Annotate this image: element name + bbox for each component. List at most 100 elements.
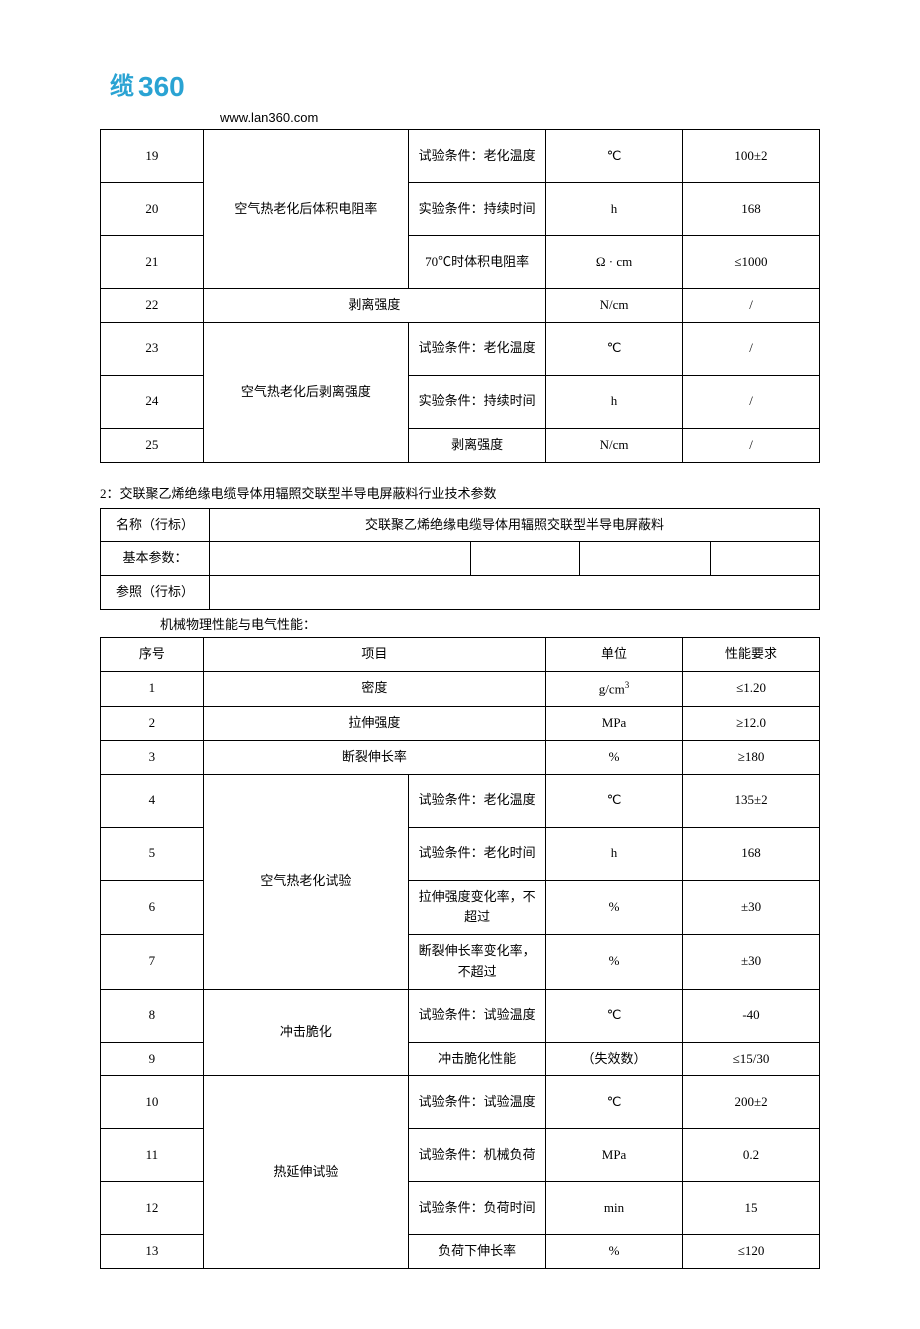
spec-table-2: 序号 项目 单位 性能要求 1 密度 g/cm3 ≤1.20 2 拉伸强度 MP…	[100, 637, 820, 1269]
table-header-row: 序号 项目 单位 性能要求	[101, 637, 820, 671]
header-unit: 单位	[546, 637, 683, 671]
table-row: 2 拉伸强度 MPa ≥12.0	[101, 706, 820, 740]
cell-req: 200±2	[683, 1076, 820, 1129]
cell-sub: 密度	[203, 671, 545, 706]
cell-no: 24	[101, 375, 204, 428]
cell-unit: h	[546, 183, 683, 236]
section-2-title: 2：交联聚乙烯绝缘电缆导体用辐照交联型半导电屏蔽料行业技术参数	[100, 483, 820, 502]
cell-req: 100±2	[683, 130, 820, 183]
cell-no: 22	[101, 289, 204, 323]
cell-sub: 拉伸强度	[203, 706, 545, 740]
cell-no: 4	[101, 774, 204, 827]
cell-req: /	[683, 375, 820, 428]
cell-no: 21	[101, 236, 204, 289]
cell-unit: h	[546, 827, 683, 880]
cell-req: ≥12.0	[683, 706, 820, 740]
header-req: 性能要求	[683, 637, 820, 671]
cell-req: ≤1000	[683, 236, 820, 289]
table-row: 参照（行标）	[101, 576, 820, 610]
cell-sub: 试验条件：负荷时间	[409, 1182, 546, 1235]
cell-no: 13	[101, 1235, 204, 1269]
cell-unit: Ω · cm	[546, 236, 683, 289]
meta-ref-label: 参照（行标）	[101, 576, 210, 610]
cell-req: ±30	[683, 935, 820, 990]
cell-req: /	[683, 322, 820, 375]
cell-unit: %	[546, 935, 683, 990]
cell-no: 25	[101, 428, 204, 462]
cell-unit: ℃	[546, 989, 683, 1042]
cell-no: 2	[101, 706, 204, 740]
cell-unit: N/cm	[546, 428, 683, 462]
meta-name-value: 交联聚乙烯绝缘电缆导体用辐照交联型半导电屏蔽料	[209, 508, 819, 542]
cell-sub: 试验条件：老化温度	[409, 774, 546, 827]
cell-no: 20	[101, 183, 204, 236]
header-no: 序号	[101, 637, 204, 671]
cell-unit: min	[546, 1182, 683, 1235]
cell-sub: 剥离强度	[203, 289, 545, 323]
cell-unit: （失效数）	[546, 1042, 683, 1076]
cell-unit: h	[546, 375, 683, 428]
cell-unit: N/cm	[546, 289, 683, 323]
cell-sub: 冲击脆化性能	[409, 1042, 546, 1076]
table-row: 3 断裂伸长率 % ≥180	[101, 740, 820, 774]
cell-sub: 试验条件：老化温度	[409, 130, 546, 183]
cell-sub: 实验条件：持续时间	[409, 183, 546, 236]
cell-no: 7	[101, 935, 204, 990]
cell-sub: 拉伸强度变化率，不超过	[409, 880, 546, 935]
cell-sub: 试验条件：老化时间	[409, 827, 546, 880]
cell-no: 1	[101, 671, 204, 706]
cell-req: 168	[683, 827, 820, 880]
cell-no: 23	[101, 322, 204, 375]
cell-sub: 试验条件：老化温度	[409, 322, 546, 375]
cell-unit: %	[546, 880, 683, 935]
cell-group: 冲击脆化	[203, 989, 408, 1076]
cell-req: 15	[683, 1182, 820, 1235]
cell-no: 19	[101, 130, 204, 183]
cell-req: -40	[683, 989, 820, 1042]
cell-unit: ℃	[546, 774, 683, 827]
cell-sub: 试验条件：试验温度	[409, 989, 546, 1042]
cell-no: 8	[101, 989, 204, 1042]
cell-no: 9	[101, 1042, 204, 1076]
cell-sub: 断裂伸长率	[203, 740, 545, 774]
cell-sub: 负荷下伸长率	[409, 1235, 546, 1269]
table-row: 名称（行标） 交联聚乙烯绝缘电缆导体用辐照交联型半导电屏蔽料	[101, 508, 820, 542]
site-logo: 缆 360	[110, 70, 820, 104]
table-row: 4 空气热老化试验 试验条件：老化温度 ℃ 135±2	[101, 774, 820, 827]
cell-unit: ℃	[546, 1076, 683, 1129]
cell-no: 6	[101, 880, 204, 935]
meta-name-label: 名称（行标）	[101, 508, 210, 542]
header-item: 项目	[203, 637, 545, 671]
meta-basic-label: 基本参数：	[101, 542, 210, 576]
cell-req: 0.2	[683, 1129, 820, 1182]
cell-req: ≤1.20	[683, 671, 820, 706]
cell-group: 空气热老化后剥离强度	[203, 322, 408, 462]
cell-unit: %	[546, 740, 683, 774]
cell-unit: g/cm3	[546, 671, 683, 706]
cell-req: 135±2	[683, 774, 820, 827]
table-row: 22 剥离强度 N/cm /	[101, 289, 820, 323]
cell-no: 12	[101, 1182, 204, 1235]
cell-group: 空气热老化试验	[203, 774, 408, 989]
cell-no: 3	[101, 740, 204, 774]
cell-unit: ℃	[546, 130, 683, 183]
cell-unit: MPa	[546, 1129, 683, 1182]
cell-sub: 剥离强度	[409, 428, 546, 462]
table-row: 10 热延伸试验 试验条件：试验温度 ℃ 200±2	[101, 1076, 820, 1129]
cell-req: 168	[683, 183, 820, 236]
table-row: 8 冲击脆化 试验条件：试验温度 ℃ -40	[101, 989, 820, 1042]
cell-no: 11	[101, 1129, 204, 1182]
cell-unit: ℃	[546, 322, 683, 375]
table-row: 19 空气热老化后体积电阻率 试验条件：老化温度 ℃ 100±2	[101, 130, 820, 183]
cell-req: /	[683, 428, 820, 462]
cell-req: ±30	[683, 880, 820, 935]
cell-no: 5	[101, 827, 204, 880]
table-row: 23 空气热老化后剥离强度 试验条件：老化温度 ℃ /	[101, 322, 820, 375]
site-url: www.lan360.com	[220, 110, 820, 125]
meta-table: 名称（行标） 交联聚乙烯绝缘电缆导体用辐照交联型半导电屏蔽料 基本参数： 参照（…	[100, 508, 820, 610]
svg-text:360: 360	[138, 71, 185, 102]
table-row: 1 密度 g/cm3 ≤1.20	[101, 671, 820, 706]
section-2-subtitle: 机械物理性能与电气性能：	[160, 614, 820, 633]
cell-sub: 断裂伸长率变化率，不超过	[409, 935, 546, 990]
cell-unit: MPa	[546, 706, 683, 740]
